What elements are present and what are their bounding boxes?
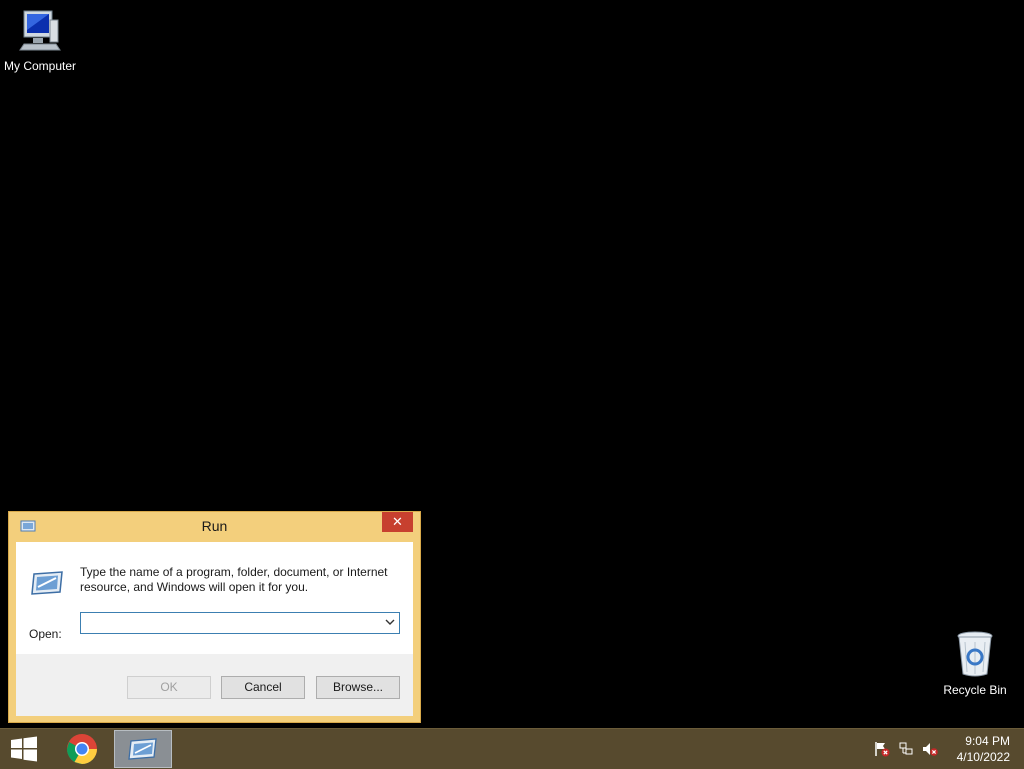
- volume-tray[interactable]: [922, 729, 938, 769]
- run-icon: [128, 738, 157, 760]
- my-computer-label: My Computer: [3, 59, 77, 73]
- close-button[interactable]: ✕: [382, 512, 413, 532]
- recycle-bin-icon: [957, 631, 993, 677]
- action-center-tray[interactable]: [874, 729, 890, 769]
- recycle-bin-label: Recycle Bin: [943, 683, 1007, 697]
- taskbar: 9:04 PM 4/10/2022: [0, 728, 1024, 769]
- windows-start-icon: [11, 736, 37, 762]
- start-button[interactable]: [0, 729, 48, 769]
- run-dialog-body: Type the name of a program, folder, docu…: [16, 542, 413, 716]
- cancel-button[interactable]: Cancel: [221, 676, 305, 699]
- chrome-icon: [67, 734, 97, 765]
- network-tray[interactable]: [898, 729, 914, 769]
- volume-muted-icon: [923, 743, 938, 756]
- run-dialog-titlebar[interactable]: Run ✕: [9, 512, 420, 542]
- clock-time: 9:04 PM: [965, 734, 1010, 748]
- computer-icon: [19, 10, 61, 51]
- open-input[interactable]: [85, 614, 375, 632]
- system-clock[interactable]: 9:04 PM 4/10/2022: [957, 733, 1010, 765]
- run-dialog: Run ✕ Type the name of a program, folder…: [8, 511, 421, 723]
- browse-button[interactable]: Browse...: [316, 676, 400, 699]
- chrome-taskbar-button[interactable]: [54, 729, 110, 769]
- run-taskbar-button[interactable]: [114, 730, 172, 768]
- open-combobox[interactable]: [80, 612, 400, 634]
- chevron-down-icon[interactable]: [384, 616, 396, 631]
- clock-date: 4/10/2022: [956, 750, 1010, 764]
- my-computer-desktop-icon[interactable]: My Computer: [0, 8, 80, 73]
- run-dialog-title: Run: [201, 518, 228, 534]
- run-program-icon: [30, 570, 64, 599]
- recycle-bin-desktop-icon[interactable]: Recycle Bin: [935, 630, 1015, 697]
- ok-button[interactable]: OK: [127, 676, 211, 699]
- network-icon: [899, 742, 913, 755]
- run-description: Type the name of a program, folder, docu…: [80, 565, 388, 594]
- open-label: Open:: [29, 627, 62, 641]
- action-center-flag-icon: [875, 742, 890, 757]
